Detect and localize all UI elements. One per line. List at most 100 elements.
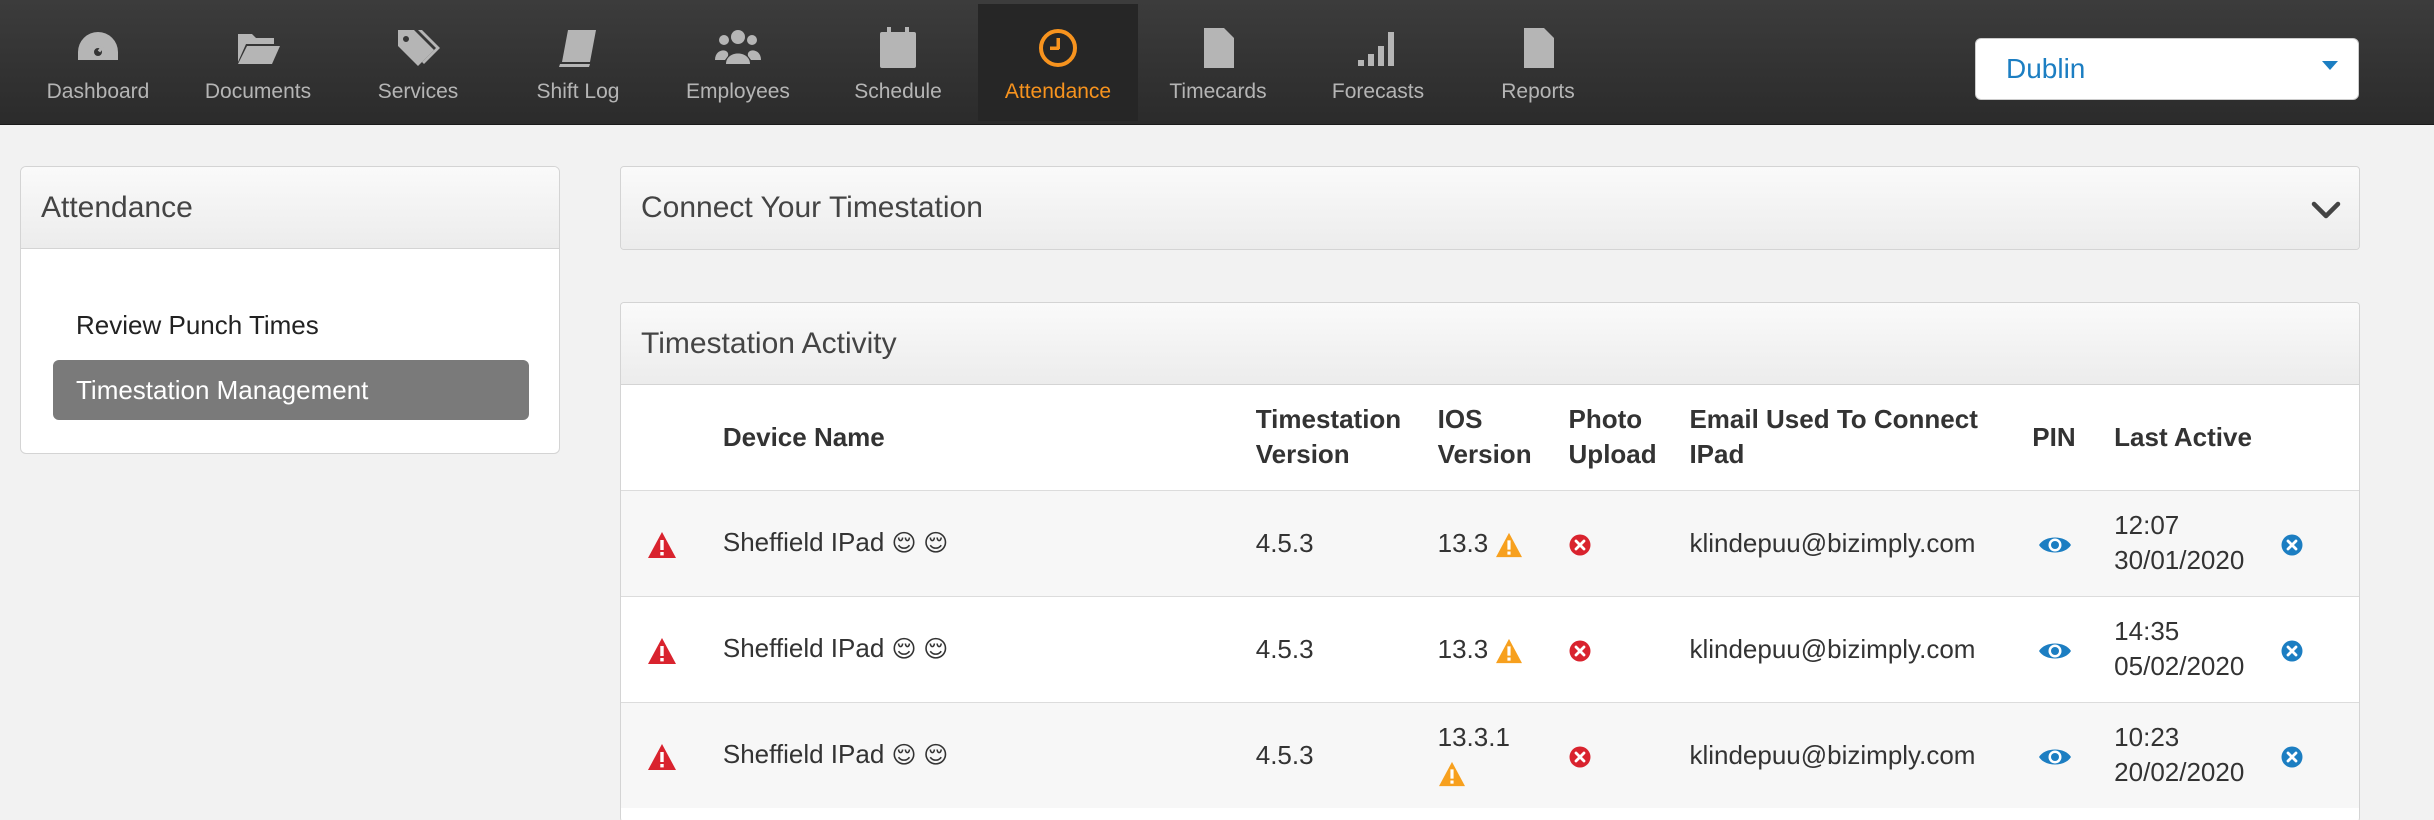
chevron-down-icon[interactable] <box>2311 195 2341 225</box>
sidebar-item-label: Review Punch Times <box>76 309 319 340</box>
device-emoji: 😌 😌 <box>891 636 949 663</box>
nav-item-documents[interactable]: Documents <box>178 4 338 121</box>
connect-panel-title: Connect Your Timestation <box>621 167 2359 249</box>
column-header-timestation-version: Timestation Version <box>1255 404 1402 470</box>
nav-label: Services <box>377 80 459 103</box>
email-cell: klindepuu@bizimply.com <box>1689 633 1976 664</box>
connect-timestation-panel[interactable]: Connect Your Timestation <box>620 166 2360 250</box>
remove-device-icon[interactable] <box>2281 640 2303 662</box>
timestation-version: 4.5.3 <box>1255 527 1314 558</box>
last-active-time: 14:35 <box>2114 616 2180 646</box>
nav-item-attendance[interactable]: Attendance <box>978 4 1138 121</box>
nav-label: Reports <box>1501 80 1575 103</box>
location-select[interactable]: Dublin <box>1975 38 2359 100</box>
table-header-row: Device Name Timestation Version IOS Vers… <box>621 385 2359 490</box>
last-active-time: 10:23 <box>2114 722 2180 753</box>
column-header-email: Email Used To Connect IPad <box>1689 404 1978 470</box>
timestation-activity-table: Device Name Timestation Version IOS Vers… <box>621 385 2359 808</box>
column-header-device-name: Device Name <box>722 421 885 452</box>
main-nav: Dashboard Documents Services Shift Log E… <box>18 4 1618 121</box>
ios-version: 13.3.1 <box>1437 722 1510 753</box>
device-name-cell: Sheffield IPad 😌 😌 <box>723 702 1256 808</box>
nav-label: Documents <box>204 80 312 103</box>
timestation-activity-panel: Timestation Activity Device Name Timesta… <box>620 302 2360 820</box>
nav-item-services[interactable]: Services <box>338 4 498 121</box>
tags-icon <box>398 30 440 66</box>
ios-version: 13.3 <box>1437 527 1489 558</box>
clock-icon <box>1039 29 1077 67</box>
signal-bars-icon <box>1358 32 1394 66</box>
column-header-actions <box>2281 385 2359 490</box>
nav-item-timecards[interactable]: Timecards <box>1138 4 1298 121</box>
warning-icon <box>1496 532 1523 557</box>
email-cell: klindepuu@bizimply.com <box>1689 739 1976 770</box>
table-row: Sheffield IPad 😌 😌 4.5.3 13.3.1 klindepu… <box>621 702 2359 808</box>
table-row: Sheffield IPad 😌 😌 4.5.3 13.3 klindepuu@… <box>621 490 2359 596</box>
timestation-version: 4.5.3 <box>1255 633 1314 664</box>
last-active-cell: 14:35 05/02/2020 <box>2114 596 2281 702</box>
last-active-date: 20/02/2020 <box>2114 757 2245 788</box>
users-icon <box>715 30 761 64</box>
sidebar-item-review-punch-times[interactable]: Review Punch Times <box>53 295 529 355</box>
sidebar-item-label: Timestation Management <box>76 374 369 405</box>
nav-label: Dashboard <box>46 80 150 103</box>
nav-item-reports[interactable]: Reports <box>1458 4 1618 121</box>
warning-icon <box>1496 638 1523 663</box>
eye-icon[interactable] <box>2038 639 2072 663</box>
alert-triangle-icon <box>648 743 676 770</box>
nav-item-employees[interactable]: Employees <box>658 4 818 121</box>
file-icon <box>1524 28 1554 68</box>
photo-upload-error-icon <box>1569 640 1591 662</box>
nav-label: Shift Log <box>536 80 620 103</box>
alert-triangle-icon <box>648 637 676 664</box>
device-name: Sheffield IPad <box>722 527 885 557</box>
timestation-version: 4.5.3 <box>1255 739 1314 770</box>
caret-down-icon <box>2322 61 2338 70</box>
nav-label: Timecards <box>1169 80 1267 103</box>
calendar-icon <box>880 27 916 68</box>
warning-icon <box>1438 762 1465 787</box>
nav-label: Schedule <box>854 80 942 103</box>
device-name-cell: Sheffield IPad 😌 😌 <box>723 490 1256 596</box>
nav-item-schedule[interactable]: Schedule <box>818 4 978 121</box>
eye-icon[interactable] <box>2038 745 2072 769</box>
nav-item-shift-log[interactable]: Shift Log <box>498 4 658 121</box>
remove-device-icon[interactable] <box>2281 534 2303 556</box>
activity-panel-title: Timestation Activity <box>621 303 2359 385</box>
location-selected-value: Dublin <box>2006 53 2086 84</box>
nav-item-forecasts[interactable]: Forecasts <box>1298 4 1458 121</box>
email-cell: klindepuu@bizimply.com <box>1689 527 1976 558</box>
sidebar-title: Attendance <box>21 167 559 249</box>
ios-version-cell: 13.3 <box>1438 490 1569 596</box>
column-header-pin: PIN <box>2032 421 2076 452</box>
device-emoji: 😌 😌 <box>891 530 949 557</box>
nav-label: Attendance <box>1004 80 1112 103</box>
ios-version-cell: 13.3.1 <box>1438 702 1569 808</box>
last-active-cell: 12:07 30/01/2020 <box>2114 490 2281 596</box>
folder-icon <box>238 34 280 64</box>
top-navigation-bar: Dashboard Documents Services Shift Log E… <box>0 0 2434 125</box>
nav-item-dashboard[interactable]: Dashboard <box>18 4 178 121</box>
photo-upload-error-icon <box>1569 534 1591 556</box>
column-header-status <box>621 385 723 490</box>
alert-triangle-icon <box>648 531 676 558</box>
last-active-date: 05/02/2020 <box>2114 651 2245 681</box>
ios-version: 13.3 <box>1437 633 1489 664</box>
device-name-cell: Sheffield IPad 😌 😌 <box>723 596 1256 702</box>
last-active-time: 12:07 <box>2114 510 2180 540</box>
dashboard-icon <box>78 32 118 60</box>
last-active-cell: 10:23 20/02/2020 <box>2114 702 2281 808</box>
device-name: Sheffield IPad <box>722 633 885 663</box>
attendance-sidebar: Attendance Review Punch Times Timestatio… <box>20 166 560 454</box>
nav-label: Forecasts <box>1331 80 1425 103</box>
last-active-date: 30/01/2020 <box>2114 545 2245 575</box>
table-row: Sheffield IPad 😌 😌 4.5.3 13.3 klindepuu@… <box>621 596 2359 702</box>
sidebar-item-timestation-management[interactable]: Timestation Management <box>53 360 529 420</box>
remove-device-icon[interactable] <box>2281 746 2303 768</box>
column-header-photo-upload: Photo Upload <box>1568 404 1657 470</box>
column-header-ios-version: IOS Version <box>1437 404 1532 470</box>
eye-icon[interactable] <box>2038 533 2072 557</box>
device-name: Sheffield IPad <box>722 739 885 770</box>
photo-upload-error-icon <box>1569 746 1591 768</box>
ios-version-cell: 13.3 <box>1438 596 1569 702</box>
